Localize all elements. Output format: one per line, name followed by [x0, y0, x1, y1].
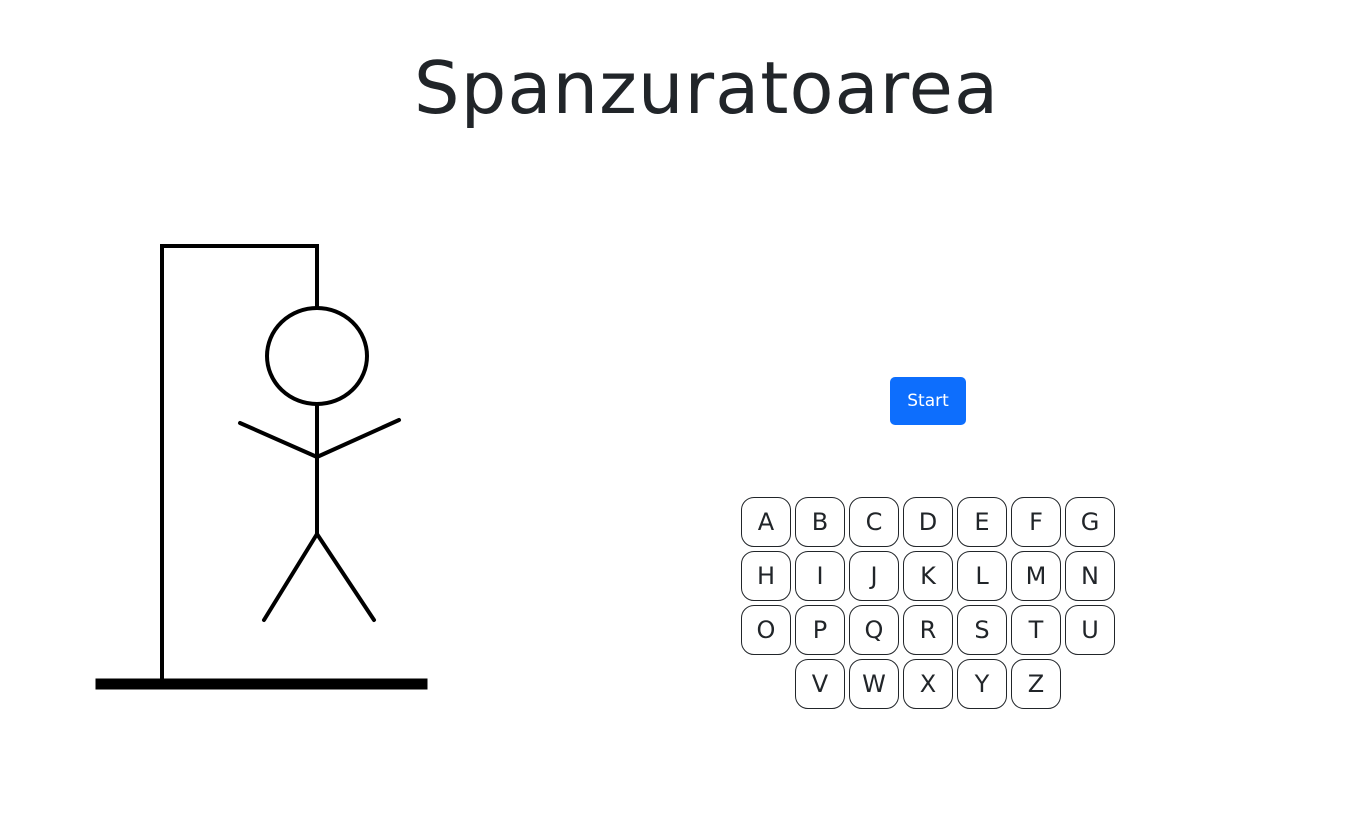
letter-key-b[interactable]: B	[795, 497, 845, 547]
letter-key-c[interactable]: C	[849, 497, 899, 547]
hangman-figure-icon	[238, 306, 401, 622]
letter-key-w[interactable]: W	[849, 659, 899, 709]
letter-key-l[interactable]: L	[957, 551, 1007, 601]
letter-key-d[interactable]: D	[903, 497, 953, 547]
letter-key-f[interactable]: F	[1011, 497, 1061, 547]
letter-key-o[interactable]: O	[741, 605, 791, 655]
letter-key-e[interactable]: E	[957, 497, 1007, 547]
figure-right-arm	[315, 418, 401, 459]
hangman-drawing	[95, 244, 428, 690]
letter-key-y[interactable]: Y	[957, 659, 1007, 709]
letter-key-g[interactable]: G	[1065, 497, 1115, 547]
letter-key-x[interactable]: X	[903, 659, 953, 709]
keyboard-row: HIJKLMN	[740, 551, 1116, 601]
figure-left-arm	[238, 421, 319, 459]
page-title: Spanzuratoarea	[413, 46, 1000, 130]
letter-key-m[interactable]: M	[1011, 551, 1061, 601]
letter-key-v[interactable]: V	[795, 659, 845, 709]
start-button[interactable]: Start	[890, 377, 966, 425]
letter-key-z[interactable]: Z	[1011, 659, 1061, 709]
letter-key-j[interactable]: J	[849, 551, 899, 601]
figure-right-leg	[315, 532, 376, 622]
letter-key-a[interactable]: A	[741, 497, 791, 547]
figure-head	[265, 306, 369, 406]
keyboard-row: OPQRSTU	[740, 605, 1116, 655]
letter-key-q[interactable]: Q	[849, 605, 899, 655]
letter-key-p[interactable]: P	[795, 605, 845, 655]
letter-key-s[interactable]: S	[957, 605, 1007, 655]
letter-key-k[interactable]: K	[903, 551, 953, 601]
letter-key-r[interactable]: R	[903, 605, 953, 655]
letter-key-h[interactable]: H	[741, 551, 791, 601]
figure-left-leg	[262, 532, 319, 622]
letter-key-i[interactable]: I	[795, 551, 845, 601]
letter-key-t[interactable]: T	[1011, 605, 1061, 655]
keyboard-row: VWXYZ	[740, 659, 1116, 709]
letter-keyboard: ABCDEFGHIJKLMNOPQRSTUVWXYZ	[740, 497, 1116, 713]
letter-key-u[interactable]: U	[1065, 605, 1115, 655]
keyboard-row: ABCDEFG	[740, 497, 1116, 547]
letter-key-n[interactable]: N	[1065, 551, 1115, 601]
